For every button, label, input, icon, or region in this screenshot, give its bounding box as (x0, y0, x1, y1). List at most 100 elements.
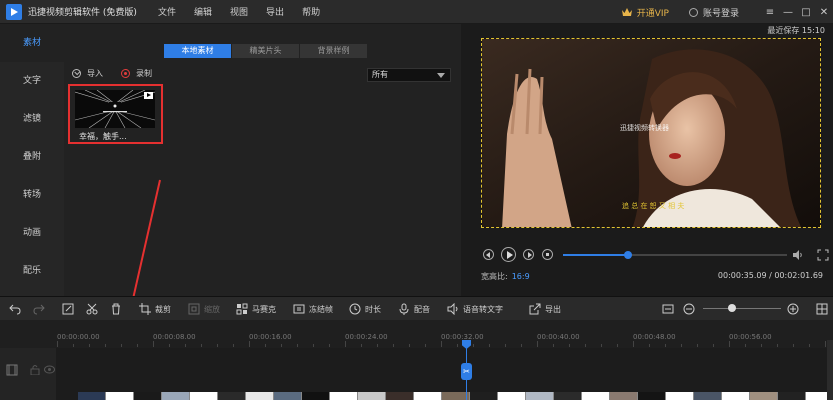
maximize-button[interactable]: □ (797, 7, 815, 18)
clip-thumbnail-image (75, 90, 155, 128)
clip-frame (190, 392, 218, 400)
vip-button[interactable]: 开通VIP (621, 6, 669, 19)
ruler-tick (713, 344, 714, 347)
clip-frame (610, 392, 638, 400)
progress-knob[interactable] (623, 251, 632, 259)
undo-button[interactable] (9, 303, 25, 315)
video-preview[interactable]: 迅捷视频转换器 追 总 在 恕 又 相 夫 (481, 38, 821, 228)
menu-help[interactable]: 帮助 (302, 5, 320, 18)
timeline-zoom-slider[interactable] (703, 308, 781, 309)
stop-button[interactable] (542, 249, 553, 260)
timeline-scrollbar[interactable] (827, 340, 833, 400)
vip-label: 开通VIP (636, 8, 669, 19)
tab-backgrounds[interactable]: 背景样例 (300, 44, 367, 58)
ruler-tick (745, 344, 746, 347)
clip-frame (78, 392, 106, 400)
zoom-out-icon (683, 303, 695, 315)
ruler-tick (121, 344, 122, 347)
tab-intros[interactable]: 精美片头 (232, 44, 299, 58)
zoom-button[interactable]: 缩放 (188, 303, 220, 315)
playback-controls (481, 247, 833, 263)
play-button[interactable] (501, 247, 516, 262)
clip-frame (274, 392, 302, 400)
playback-progress[interactable] (563, 251, 787, 259)
minimize-button[interactable]: — (779, 7, 797, 18)
menu-edit[interactable]: 编辑 (194, 5, 212, 18)
fullscreen-icon[interactable] (817, 249, 829, 261)
menu-export[interactable]: 导出 (266, 5, 284, 18)
sidebar-item-text[interactable]: 文字 (0, 62, 64, 100)
account-label: 账号登录 (702, 8, 739, 19)
sidebar-item-filter[interactable]: 滤镜 (0, 100, 64, 138)
fit-timeline-button[interactable] (662, 303, 678, 315)
menu-view[interactable]: 视图 (230, 5, 248, 18)
sidebar-item-transition[interactable]: 转场 (0, 176, 64, 214)
next-frame-button[interactable] (523, 249, 534, 260)
sidebar-item-music[interactable]: 配乐 (0, 252, 64, 290)
menu-file[interactable]: 文件 (158, 5, 176, 18)
speech-to-text-button[interactable]: 语音转文字 (447, 303, 503, 315)
account-login-button[interactable]: 账号登录 (688, 6, 739, 19)
eye-icon[interactable] (44, 365, 55, 374)
duration-button[interactable]: 时长 (349, 303, 381, 315)
clip-frame (694, 392, 722, 400)
sidebar-item-material[interactable]: 素材 (0, 24, 64, 62)
ruler-tick (297, 344, 298, 347)
edit-button[interactable] (62, 303, 78, 315)
zoom-out-button[interactable] (683, 303, 699, 315)
ruler-tick (761, 344, 762, 347)
crop-button[interactable]: 裁剪 (139, 303, 171, 315)
ruler-tick (505, 344, 506, 347)
voiceover-button[interactable]: 配音 (398, 303, 430, 315)
clip-frame (722, 392, 750, 400)
scissors-icon (86, 303, 98, 315)
ruler-tick (793, 344, 794, 347)
preview-frame-image (482, 39, 820, 227)
export-label: 导出 (545, 304, 561, 314)
sidebar-item-animation[interactable]: 动画 (0, 214, 64, 252)
previous-frame-button[interactable] (483, 249, 494, 260)
mosaic-button[interactable]: 马赛克 (236, 303, 276, 315)
ruler-tick (249, 341, 250, 347)
zoom-in-button[interactable] (787, 303, 803, 315)
close-button[interactable]: ✕ (815, 7, 833, 18)
split-marker-icon[interactable]: ✂ (461, 363, 472, 380)
record-button[interactable]: 录制 (121, 68, 152, 79)
clip-frame (750, 392, 778, 400)
ruler-tick (569, 344, 570, 347)
clip-frame (498, 392, 526, 400)
sidebar-item-overlay[interactable]: 叠附 (0, 138, 64, 176)
ruler-tick (57, 341, 58, 347)
media-clip-card[interactable]: 幸福，触手... (68, 84, 163, 144)
ruler-tick (441, 341, 442, 347)
ruler-tick (473, 344, 474, 347)
aspect-ratio[interactable]: 宽高比: 16:9 (481, 271, 530, 282)
clip-frame (330, 392, 358, 400)
user-icon (688, 7, 698, 17)
import-button[interactable]: 导入 (72, 68, 103, 79)
redo-button[interactable] (33, 303, 49, 315)
freeze-frame-button[interactable]: 冻结帧 (293, 303, 333, 315)
ruler-tick-label: 00:00:56.00 (729, 333, 772, 341)
export-button[interactable]: 导出 (529, 303, 561, 315)
microphone-icon (399, 303, 409, 315)
aspect-ratio-value[interactable]: 16:9 (512, 272, 530, 281)
timeline-ruler[interactable]: 00:00:00.00 00:00:08.00 00:00:16.00 00:00:2… (0, 320, 833, 348)
split-button[interactable] (86, 303, 102, 315)
clock-icon (349, 303, 361, 315)
filter-select[interactable]: 所有 (367, 68, 451, 82)
ruler-tick (105, 344, 106, 347)
delete-button[interactable] (110, 303, 126, 315)
title-bar: 迅捷视频剪辑软件 (免费版) 文件 编辑 视图 导出 帮助 开通VIP 账号登录… (0, 0, 833, 24)
menu-icon[interactable]: ≡ (761, 7, 779, 18)
lock-icon[interactable] (30, 364, 40, 375)
tab-local-material[interactable]: 本地素材 (164, 44, 231, 58)
ruler-tick (697, 344, 698, 347)
timeline-zoom-knob[interactable] (727, 304, 736, 312)
fit-icon (662, 304, 674, 314)
ruler-tick (409, 344, 410, 347)
timeline-settings-button[interactable] (816, 303, 832, 315)
video-clip-strip[interactable] (78, 392, 833, 400)
clip-frame (386, 392, 414, 400)
volume-icon[interactable] (793, 250, 803, 260)
